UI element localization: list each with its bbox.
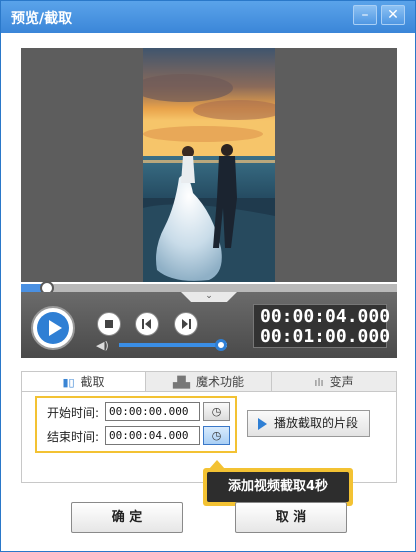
play-button[interactable] xyxy=(31,306,75,350)
previous-frame-button[interactable] xyxy=(135,312,159,336)
prev-icon xyxy=(142,319,151,329)
tab-label: 截取 xyxy=(80,375,105,389)
tab-bar: ▮▯ 截取 ▟▙ 魔术功能 ılı 变声 xyxy=(21,371,397,392)
volume-slider-handle[interactable] xyxy=(215,339,227,351)
volume-slider-fill xyxy=(119,343,221,347)
seek-bar[interactable] xyxy=(21,281,397,295)
tab-magic[interactable]: ▟▙ 魔术功能 xyxy=(146,372,272,392)
title-bar[interactable]: 预览/截取 – ✕ xyxy=(1,1,415,33)
play-clip-label: 播放截取的片段 xyxy=(274,416,359,430)
volume-icon[interactable]: ◀) xyxy=(96,339,109,352)
stop-icon xyxy=(105,320,113,328)
clock-icon: ◷ xyxy=(211,405,222,418)
expand-chevron-icon[interactable]: ⌄ xyxy=(181,292,237,302)
play-clip-button[interactable]: 播放截取的片段 xyxy=(247,410,370,437)
waveform-icon: ılı xyxy=(314,376,324,389)
play-icon xyxy=(37,312,69,344)
tab-trim[interactable]: ▮▯ 截取 xyxy=(22,372,146,392)
start-time-input[interactable]: 00:00:00.000 xyxy=(105,402,200,421)
window-title: 预览/截取 xyxy=(11,11,73,27)
play-icon xyxy=(258,418,267,430)
current-time: 00:00:04.000 xyxy=(260,306,391,327)
next-icon xyxy=(182,319,191,329)
set-start-time-button[interactable]: ◷ xyxy=(203,402,230,421)
close-button[interactable]: ✕ xyxy=(381,5,405,25)
clock-icon: ◷ xyxy=(211,429,222,442)
set-end-time-button[interactable]: ◷ xyxy=(203,426,230,445)
time-display: 00:00:04.000 00:01:00.000 xyxy=(253,304,391,348)
tab-label: 变声 xyxy=(329,375,354,389)
next-frame-button[interactable] xyxy=(174,312,198,336)
stop-button[interactable] xyxy=(97,312,121,336)
end-time-input[interactable]: 00:00:04.000 xyxy=(105,426,200,445)
volume-slider[interactable] xyxy=(119,339,227,351)
tooltip: 添加视频截取4秒 xyxy=(203,468,353,506)
video-frame-image xyxy=(143,48,275,282)
preview-trim-dialog: 预览/截取 – ✕ ⌄ ◀) 00:00:04.000 00:01:00.000… xyxy=(0,0,416,552)
tooltip-text: 添加视频截取4秒 xyxy=(207,472,349,502)
video-preview-area xyxy=(21,48,397,282)
player-controls: ⌄ ◀) 00:00:04.000 00:01:00.000 xyxy=(21,292,397,358)
end-time-label: 结束时间: xyxy=(47,430,100,444)
total-time: 00:01:00.000 xyxy=(260,326,391,347)
start-time-label: 开始时间: xyxy=(47,406,100,420)
magic-hat-icon: ▟▙ xyxy=(173,376,190,389)
cancel-button[interactable]: 取 消 xyxy=(235,502,347,533)
tab-voice-change[interactable]: ılı 变声 xyxy=(272,372,396,392)
film-icon: ▮▯ xyxy=(62,376,75,389)
ok-button[interactable]: 确 定 xyxy=(71,502,183,533)
minimize-button[interactable]: – xyxy=(353,5,377,25)
video-frame xyxy=(143,48,275,282)
tab-label: 魔术功能 xyxy=(195,375,244,389)
